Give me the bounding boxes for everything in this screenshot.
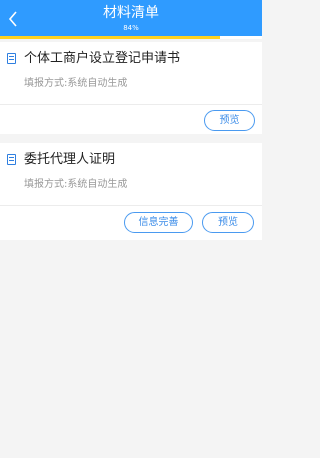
page-title: 材料清单 bbox=[103, 5, 159, 21]
preview-button[interactable]: 预览 bbox=[204, 110, 255, 131]
progress-bar bbox=[0, 36, 262, 39]
material-title: 个体工商户设立登记申请书 bbox=[24, 51, 181, 66]
divider bbox=[0, 104, 262, 105]
material-card: 委托代理人证明 填报方式:系统自动生成 信息完善 预览 bbox=[0, 143, 262, 240]
document-icon bbox=[7, 154, 16, 165]
material-card: 个体工商户设立登记申请书 填报方式:系统自动生成 预览 bbox=[0, 42, 262, 134]
material-title: 委托代理人证明 bbox=[24, 152, 116, 167]
fill-method-text: 填报方式:系统自动生成 bbox=[24, 78, 128, 89]
fill-method-text: 填报方式:系统自动生成 bbox=[24, 179, 128, 190]
divider bbox=[0, 205, 262, 206]
preview-button[interactable]: 预览 bbox=[202, 212, 254, 233]
complete-info-button[interactable]: 信息完善 bbox=[124, 212, 193, 233]
progress-percent: 84% bbox=[123, 24, 139, 32]
document-icon bbox=[7, 53, 16, 64]
top-nav-bar: 材料清单 84% bbox=[0, 0, 262, 39]
progress-bar-fill bbox=[0, 36, 221, 39]
